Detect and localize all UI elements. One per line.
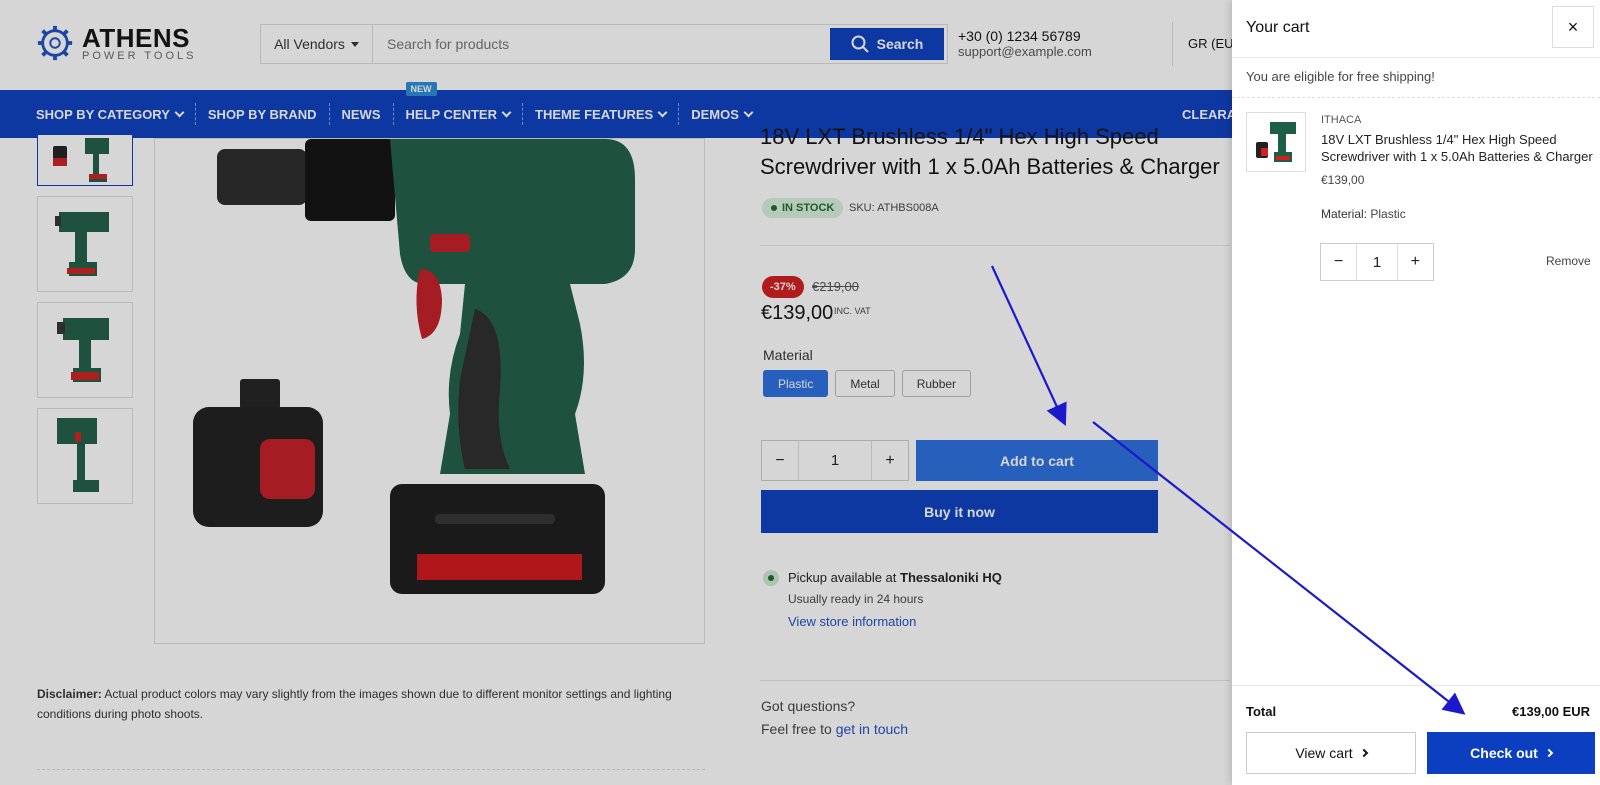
- close-icon[interactable]: ×: [1552, 6, 1594, 48]
- cart-item-material-value: Plastic: [1370, 207, 1406, 221]
- cart-increase-quantity-button[interactable]: +: [1398, 244, 1433, 280]
- cart-title: Your cart: [1246, 19, 1310, 36]
- cart-total-value: €139,00 EUR: [1512, 704, 1591, 719]
- drill-thumbnail-image: [1256, 122, 1296, 162]
- chevron-right-icon: [1359, 748, 1368, 758]
- cart-quantity-input[interactable]: 1: [1356, 244, 1398, 280]
- cart-quantity-stepper: − 1 +: [1320, 243, 1434, 281]
- cart-item-vendor: ITHACA: [1321, 114, 1362, 126]
- divider: [1232, 97, 1600, 98]
- remove-item-link[interactable]: Remove: [1546, 254, 1591, 268]
- chevron-right-icon: [1544, 748, 1554, 758]
- cart-total-label: Total: [1246, 704, 1277, 719]
- drawer-backdrop[interactable]: [0, 0, 1232, 785]
- check-out-button[interactable]: Check out: [1427, 732, 1595, 774]
- free-shipping-message: You are eligible for free shipping!: [1246, 69, 1435, 84]
- check-out-label: Check out: [1470, 745, 1538, 761]
- cart-item-material: Material: Plastic: [1321, 207, 1406, 221]
- product-page: ATHENS POWER TOOLS All Vendors Search +3…: [0, 0, 1600, 785]
- divider: [1232, 685, 1600, 686]
- cart-item-price: €139,00: [1321, 173, 1365, 187]
- cart-decrease-quantity-button[interactable]: −: [1321, 244, 1356, 280]
- view-cart-button[interactable]: View cart: [1246, 732, 1416, 774]
- cart-item-name[interactable]: 18V LXT Brushless 1/4" Hex High Speed Sc…: [1321, 131, 1596, 165]
- view-cart-label: View cart: [1295, 745, 1353, 761]
- cart-drawer: Your cart × You are eligible for free sh…: [1232, 0, 1600, 785]
- divider: [1232, 57, 1600, 58]
- cart-item-thumbnail[interactable]: [1246, 112, 1306, 172]
- cart-item-material-label: Material:: [1321, 207, 1368, 221]
